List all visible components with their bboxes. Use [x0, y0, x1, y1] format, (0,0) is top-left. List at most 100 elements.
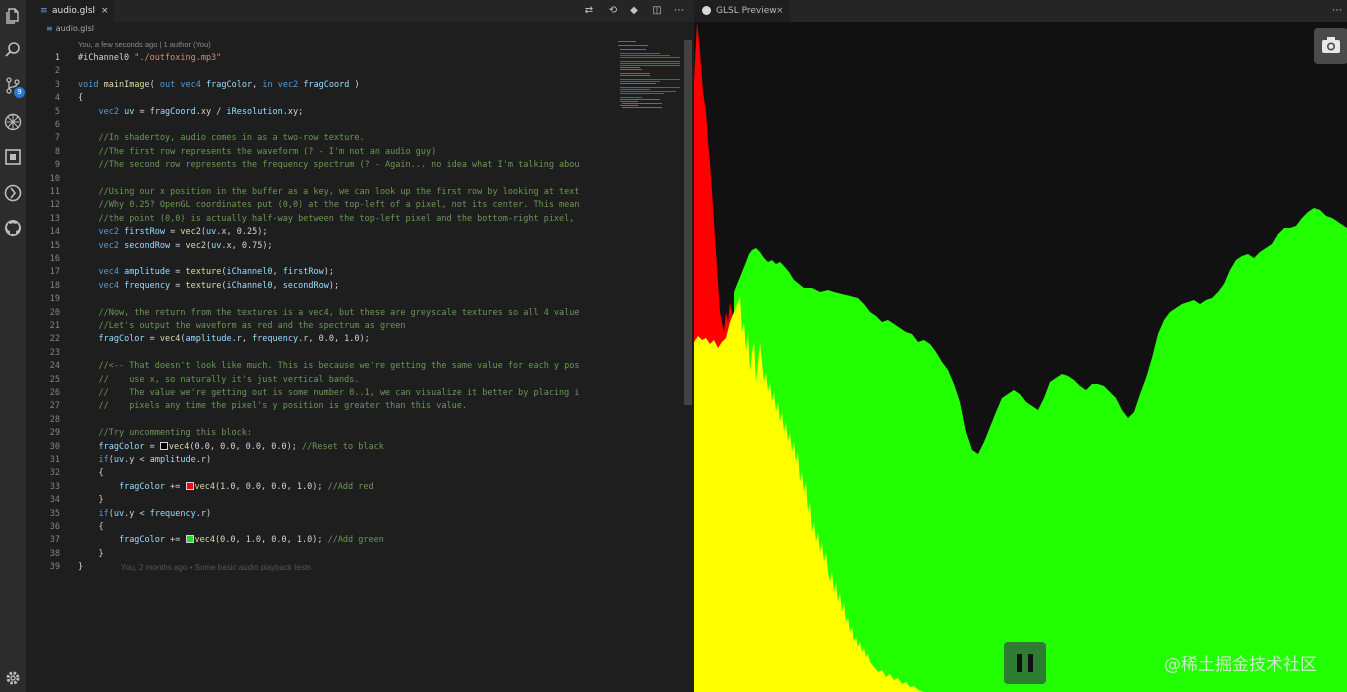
- line-text[interactable]: if(uv.y < frequency.r): [78, 508, 211, 521]
- github-icon[interactable]: [3, 218, 23, 238]
- code-line[interactable]: 6: [26, 119, 616, 132]
- extensions-icon[interactable]: [3, 147, 23, 167]
- source-control-icon[interactable]: 9: [3, 76, 25, 98]
- line-number: 5: [54, 106, 60, 117]
- line-text[interactable]: // The value we're getting out is some n…: [78, 387, 579, 400]
- code-line[interactable]: 5 vec2 uv = fragCoord.xy / iResolution.x…: [26, 106, 616, 119]
- code-line[interactable]: 36 {: [26, 521, 616, 534]
- tab-glsl-preview[interactable]: GLSL Preview ×: [694, 0, 790, 22]
- line-text[interactable]: fragColor = vec4(amplitude.r, frequency.…: [78, 333, 369, 346]
- code-line[interactable]: 30 fragColor = vec4(0.0, 0.0, 0.0, 0.0);…: [26, 441, 616, 454]
- code-line[interactable]: 22 fragColor = vec4(amplitude.r, frequen…: [26, 333, 616, 346]
- code-line[interactable]: 24 //<-- That doesn't look like much. Th…: [26, 360, 616, 373]
- code-line[interactable]: 37 fragColor += vec4(0.0, 1.0, 0.0, 1.0)…: [26, 534, 616, 547]
- line-text[interactable]: vec2 uv = fragCoord.xy / iResolution.xy;: [78, 106, 303, 119]
- code-line[interactable]: 10: [26, 173, 616, 186]
- code-line[interactable]: 19: [26, 293, 616, 306]
- code-line[interactable]: 39} You, 2 months ago • Some basic audio …: [26, 561, 616, 574]
- code-line[interactable]: 11 //Using our x position in the buffer …: [26, 186, 616, 199]
- code-line[interactable]: 38 }: [26, 548, 616, 561]
- code-line[interactable]: 9 //The second row represents the freque…: [26, 159, 616, 172]
- search-icon[interactable]: [3, 40, 23, 60]
- line-text[interactable]: // use x, so naturally it's just vertica…: [78, 374, 359, 387]
- line-number: 18: [49, 280, 60, 291]
- line-text[interactable]: fragColor = vec4(0.0, 0.0, 0.0, 0.0); //…: [78, 441, 384, 454]
- code-line[interactable]: 8 //The first row represents the wavefor…: [26, 146, 616, 159]
- code-line[interactable]: 35 if(uv.y < frequency.r): [26, 508, 616, 521]
- line-text[interactable]: #iChannel0 "./outfoxing.mp3": [78, 52, 221, 65]
- git-icon[interactable]: ◆: [627, 4, 641, 18]
- line-text[interactable]: //<-- That doesn't look like much. This …: [78, 360, 579, 373]
- code-line[interactable]: 26 // The value we're getting out is som…: [26, 387, 616, 400]
- more-actions-icon[interactable]: ⋯: [1330, 4, 1344, 18]
- line-text[interactable]: vec4 amplitude = texture(iChannel0, firs…: [78, 266, 334, 279]
- code-line[interactable]: 33 fragColor += vec4(1.0, 0.0, 0.0, 1.0)…: [26, 481, 616, 494]
- line-text[interactable]: }: [78, 548, 103, 561]
- line-text[interactable]: }: [78, 561, 83, 574]
- screenshot-button[interactable]: [1314, 28, 1347, 64]
- line-text[interactable]: //The first row represents the waveform …: [78, 146, 436, 159]
- line-text[interactable]: //Let's output the waveform as red and t…: [78, 320, 405, 333]
- code-line[interactable]: 3 void mainImage( out vec4 fragColor, in …: [26, 79, 616, 92]
- breadcrumb[interactable]: ≡ audio.glsl: [46, 24, 94, 33]
- line-text[interactable]: //In shadertoy, audio comes in as a two-…: [78, 132, 364, 145]
- files-icon[interactable]: [3, 6, 23, 26]
- code-line[interactable]: 28: [26, 414, 616, 427]
- line-text[interactable]: //Try uncommenting this block:: [78, 427, 252, 440]
- breadcrumb-file[interactable]: audio.glsl: [56, 24, 94, 33]
- split-editor-icon[interactable]: ◫: [650, 4, 664, 18]
- shader-canvas[interactable]: [694, 22, 1347, 692]
- close-icon[interactable]: ×: [101, 0, 109, 22]
- line-text[interactable]: vec2 firstRow = vec2(uv.x, 0.25);: [78, 226, 267, 239]
- line-text[interactable]: vec2 secondRow = vec2(uv.x, 0.75);: [78, 240, 272, 253]
- code-line[interactable]: 16: [26, 253, 616, 266]
- line-text[interactable]: fragColor += vec4(1.0, 0.0, 0.0, 1.0); /…: [78, 481, 374, 494]
- code-line[interactable]: 29 //Try uncommenting this block:: [26, 427, 616, 440]
- tab-audio-glsl[interactable]: ≡ audio.glsl ×: [26, 0, 114, 22]
- code-line[interactable]: 27 // pixels any time the pixel's y posi…: [26, 400, 616, 413]
- line-text[interactable]: if(uv.y < amplitude.r): [78, 454, 211, 467]
- code-area[interactable]: 1 #iChannel0 "./outfoxing.mp3" 2 3 void main…: [26, 40, 616, 692]
- line-text[interactable]: {: [78, 92, 83, 105]
- code-line[interactable]: 13 //the point (0,0) is actually half-wa…: [26, 213, 616, 226]
- line-text[interactable]: //Using our x position in the buffer as …: [78, 186, 579, 199]
- line-text[interactable]: {: [78, 467, 103, 480]
- code-line[interactable]: 7 //In shadertoy, audio comes in as a tw…: [26, 132, 616, 145]
- line-text[interactable]: //the point (0,0) is actually half-way b…: [78, 213, 580, 226]
- source-control-badge: 9: [14, 87, 25, 98]
- open-changes-icon[interactable]: ⟲: [606, 4, 620, 18]
- code-line[interactable]: 31 if(uv.y < amplitude.r): [26, 454, 616, 467]
- code-line[interactable]: 32 {: [26, 467, 616, 480]
- code-line[interactable]: 18 vec4 frequency = texture(iChannel0, s…: [26, 280, 616, 293]
- compare-icon[interactable]: ⇄: [582, 4, 596, 18]
- line-text[interactable]: {: [78, 521, 103, 534]
- code-line[interactable]: 25 // use x, so naturally it's just vert…: [26, 374, 616, 387]
- line-text[interactable]: //Now, the return from the textures is a…: [78, 307, 579, 320]
- line-text[interactable]: // pixels any time the pixel's y positio…: [78, 400, 466, 413]
- code-line[interactable]: 34 }: [26, 494, 616, 507]
- code-line[interactable]: 17 vec4 amplitude = texture(iChannel0, f…: [26, 266, 616, 279]
- close-icon[interactable]: ×: [776, 0, 784, 22]
- line-text[interactable]: void mainImage( out vec4 fragColor, in v…: [78, 79, 360, 92]
- line-text[interactable]: vec4 frequency = texture(iChannel0, seco…: [78, 280, 339, 293]
- code-line[interactable]: 12 //Why 0.25? OpenGL coordinates put (0…: [26, 199, 616, 212]
- line-text[interactable]: //Why 0.25? OpenGL coordinates put (0,0)…: [78, 199, 579, 212]
- debug-icon[interactable]: [3, 112, 23, 132]
- settings-icon[interactable]: [3, 668, 23, 688]
- line-text[interactable]: //The second row represents the frequenc…: [78, 159, 579, 172]
- pause-button[interactable]: [1004, 642, 1046, 684]
- minimap[interactable]: [616, 40, 684, 692]
- code-line[interactable]: 1 #iChannel0 "./outfoxing.mp3": [26, 52, 616, 65]
- code-line[interactable]: 20 //Now, the return from the textures i…: [26, 307, 616, 320]
- vertical-scrollbar[interactable]: [684, 40, 692, 405]
- line-text[interactable]: }: [78, 494, 103, 507]
- code-line[interactable]: 14 vec2 firstRow = vec2(uv.x, 0.25);: [26, 226, 616, 239]
- code-line[interactable]: 23: [26, 347, 616, 360]
- more-actions-icon[interactable]: ⋯: [672, 4, 686, 18]
- code-line[interactable]: 4{: [26, 92, 616, 105]
- remote-icon[interactable]: [3, 183, 23, 203]
- line-text[interactable]: fragColor += vec4(0.0, 1.0, 0.0, 1.0); /…: [78, 534, 384, 547]
- code-line[interactable]: 15 vec2 secondRow = vec2(uv.x, 0.75);: [26, 240, 616, 253]
- code-line[interactable]: 2: [26, 65, 616, 78]
- code-line[interactable]: 21 //Let's output the waveform as red an…: [26, 320, 616, 333]
